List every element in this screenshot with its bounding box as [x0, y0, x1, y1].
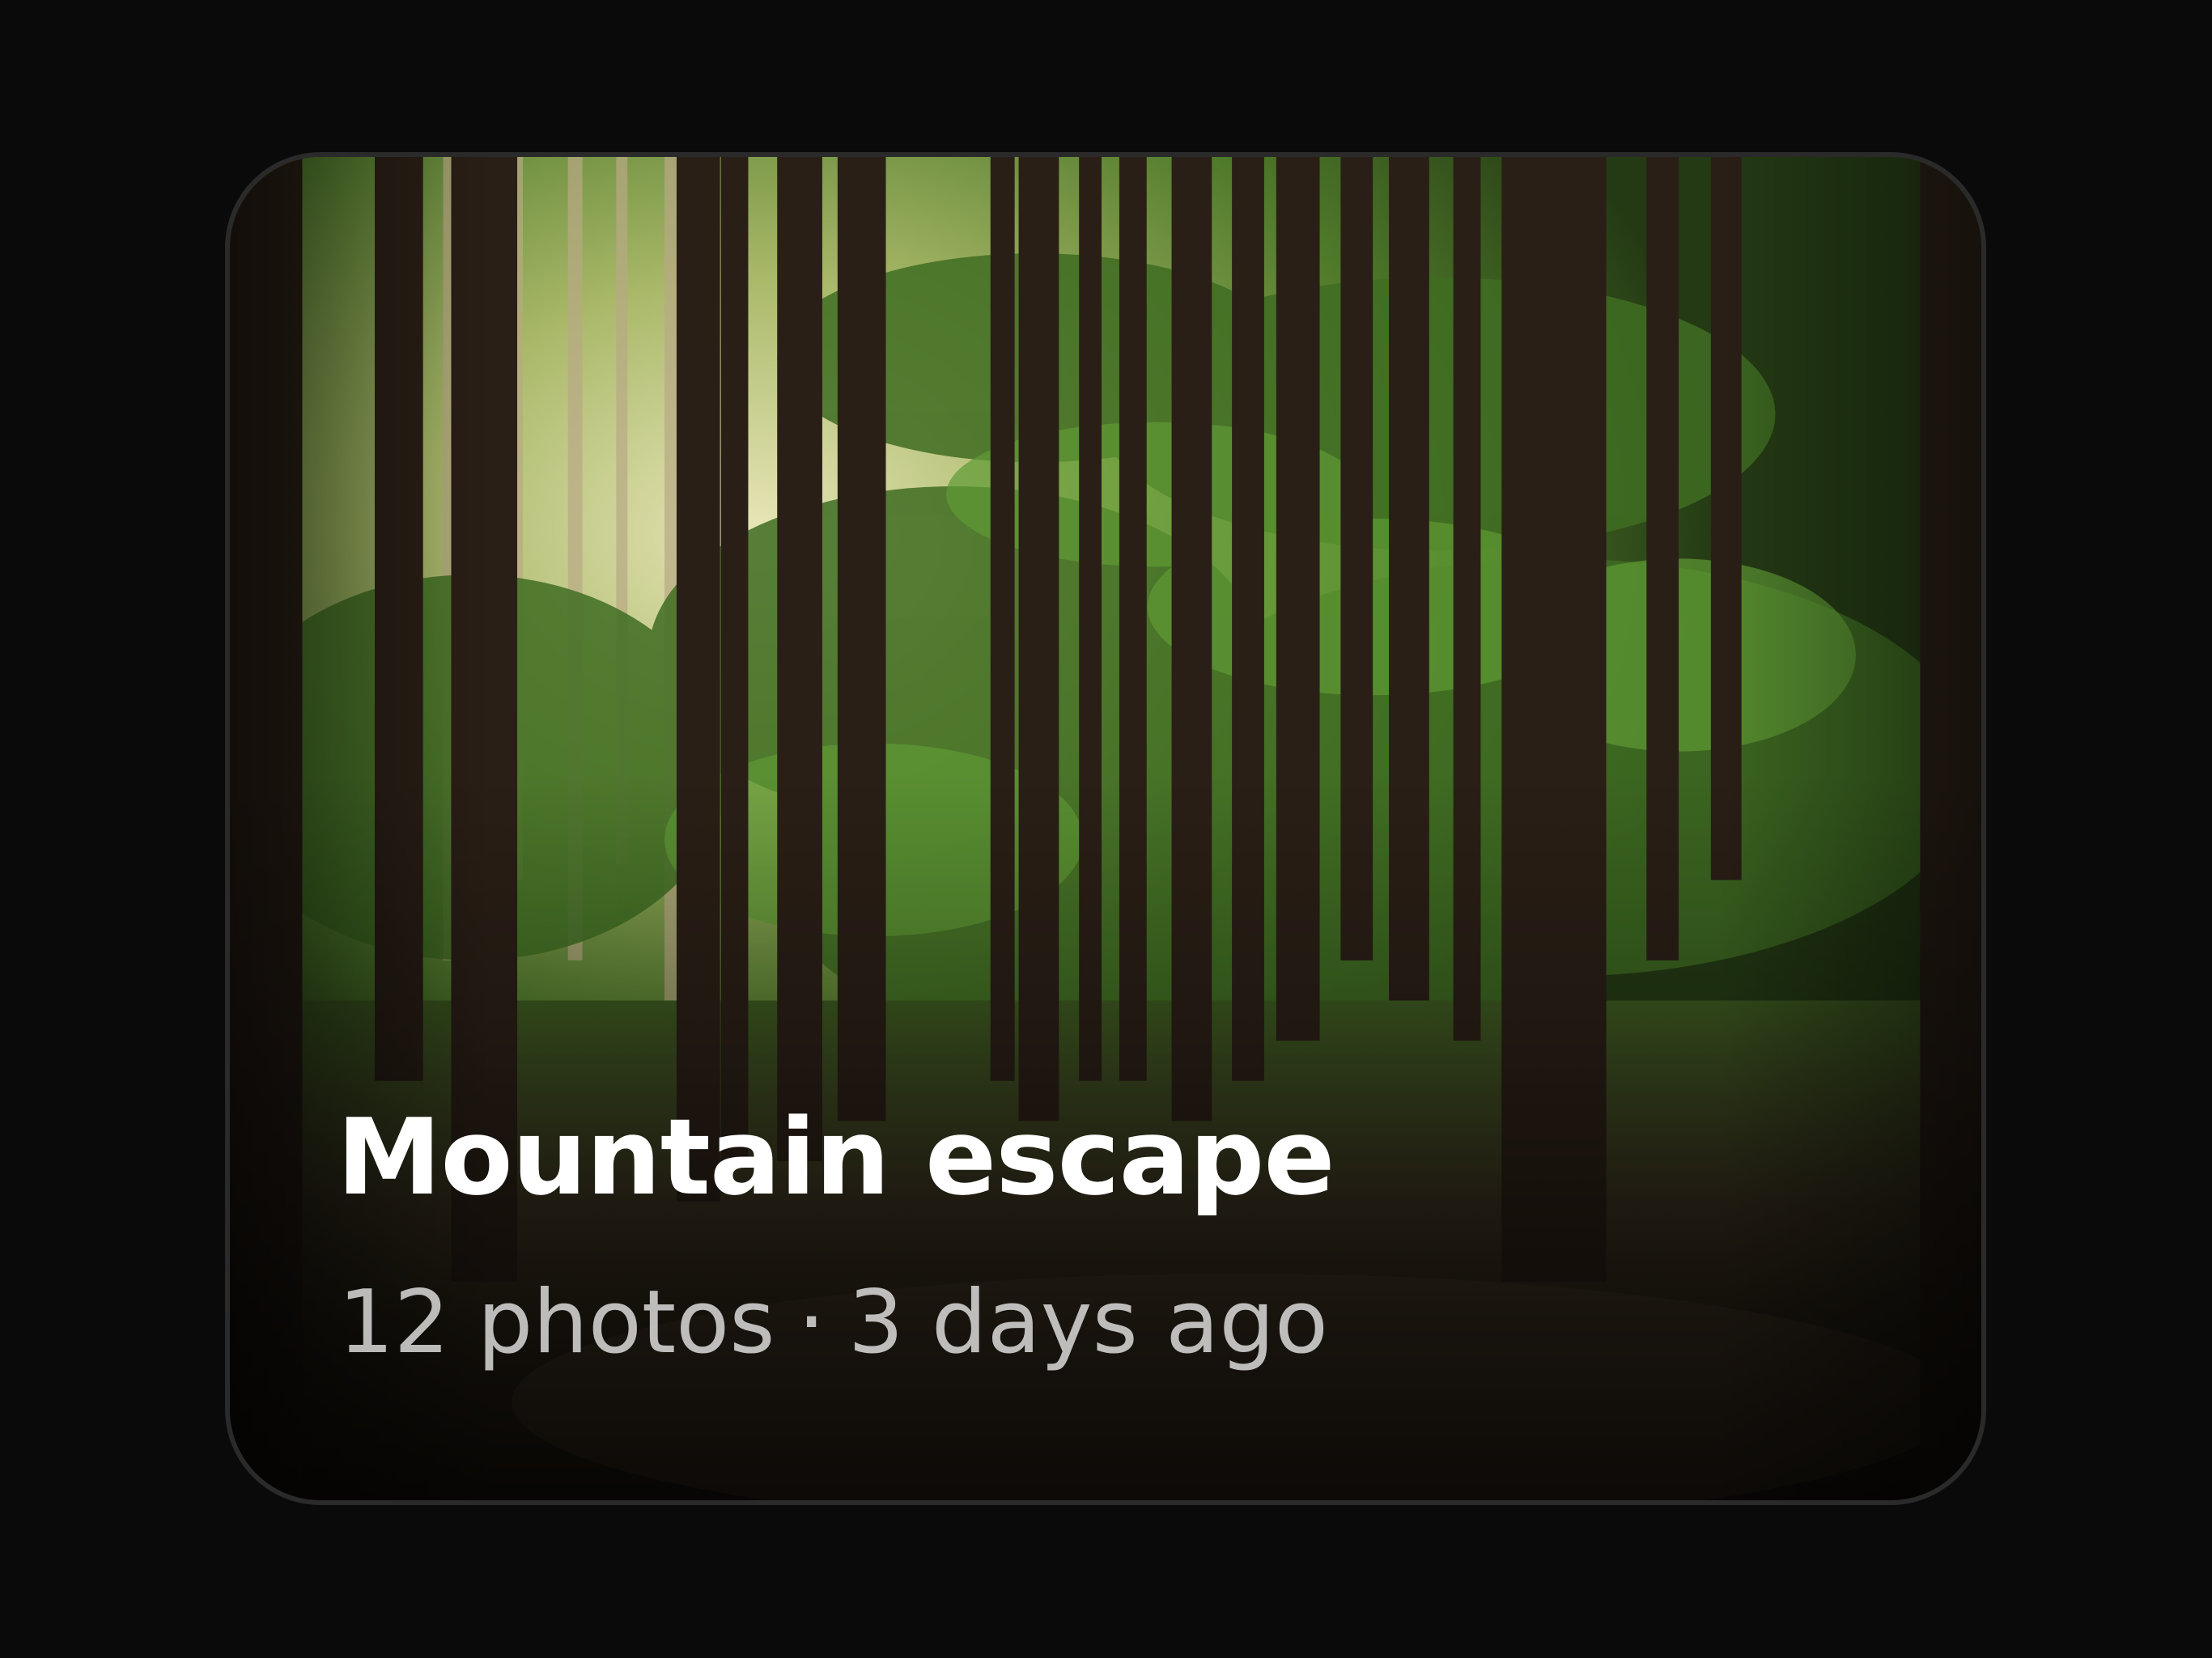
album-card[interactable]: Mountain escape 12 photos · 3 days ago [225, 152, 1986, 1505]
updated-time: 3 days ago [847, 1272, 1328, 1373]
album-meta: 12 photos · 3 days ago [338, 1272, 1328, 1373]
meta-separator: · [797, 1272, 826, 1373]
photo-count: 12 photos [338, 1272, 775, 1373]
album-title: Mountain escape [337, 1096, 1335, 1219]
